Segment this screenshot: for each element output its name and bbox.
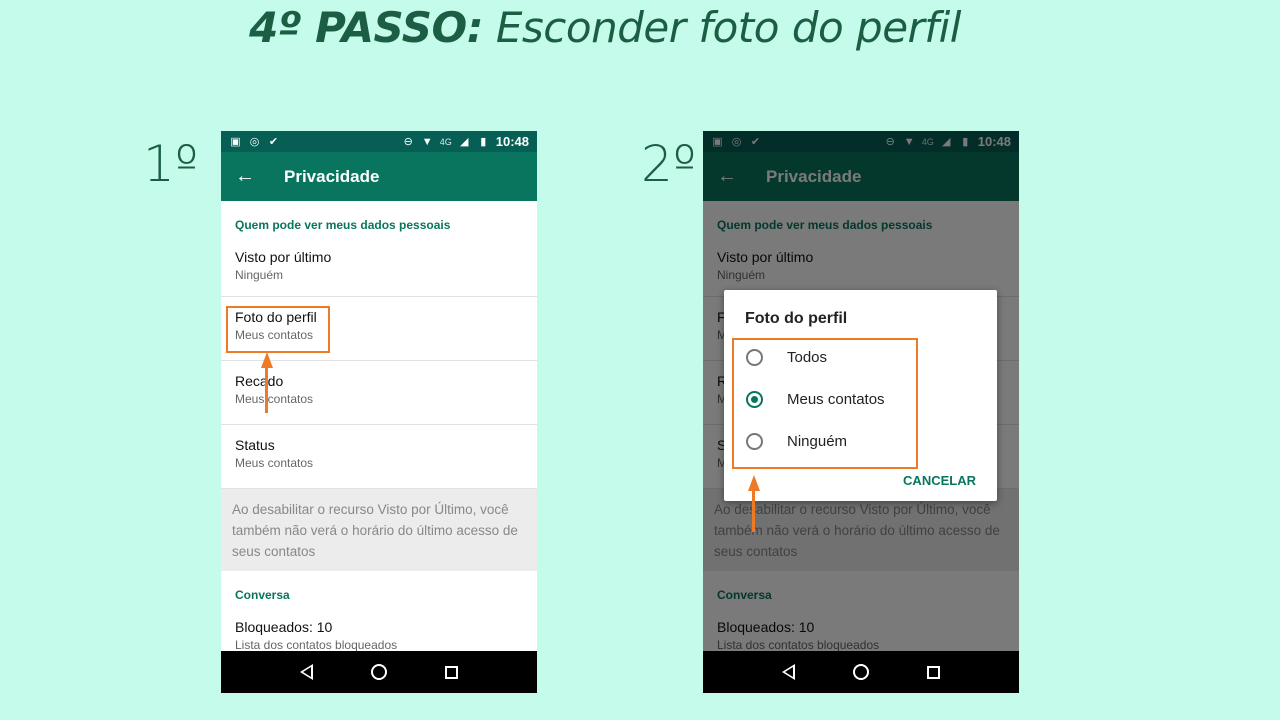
nav-recents-icon[interactable] (927, 665, 940, 679)
app-bar-title: Privacidade (284, 166, 380, 186)
section-header-chat: Conversa (235, 588, 290, 602)
setting-last-seen[interactable]: Visto por último Ninguém (221, 237, 537, 297)
setting-title: Visto por último (235, 249, 332, 265)
highlight-box (732, 338, 918, 469)
step-description: Esconder foto do perfil (483, 3, 962, 52)
phone-screen-1: ▣ ◎ ✔ ⊖ ▼ 4G ◢ ▮ 10:48 ← Privacidade Que… (221, 131, 537, 693)
nav-recents-icon[interactable] (445, 665, 458, 679)
step-number-2: 2º (641, 135, 697, 193)
setting-value: Meus contatos (235, 392, 314, 406)
last-seen-note: Ao desabilitar o recurso Visto por Últim… (221, 489, 537, 571)
signal-icon: ◢ (460, 136, 469, 148)
step-label: 4º PASSO: (249, 3, 484, 52)
section-header-personal: Quem pode ver meus dados pessoais (235, 218, 451, 232)
pointer-arrow-shaft (752, 490, 755, 532)
wifi-icon: ▼ (421, 135, 433, 148)
network-type: 4G (439, 136, 452, 147)
pointer-arrow-icon (261, 352, 273, 368)
status-bar: ▣ ◎ ✔ ⊖ ▼ 4G ◢ ▮ 10:48 (221, 131, 537, 152)
nav-home-icon[interactable] (371, 664, 387, 680)
battery-icon: ▮ (480, 136, 487, 148)
nav-home-icon[interactable] (853, 664, 869, 680)
setting-title: Bloqueados: 10 (235, 619, 333, 635)
cancel-button[interactable]: CANCELAR (903, 473, 976, 488)
pointer-arrow-shaft (265, 367, 268, 413)
nav-back-icon[interactable] (300, 664, 313, 680)
image-notification-icon: ▣ (230, 136, 241, 148)
setting-about[interactable]: Recado Meus contatos (221, 361, 537, 425)
highlight-box (226, 306, 330, 353)
setting-value: Ninguém (235, 268, 284, 282)
step-number-1: 1º (143, 135, 199, 193)
setting-value: Lista dos contatos bloqueados (235, 638, 398, 652)
android-nav-bar (221, 651, 537, 693)
app-bar: ← Privacidade (221, 152, 537, 201)
dialog-title: Foto do perfil (745, 310, 848, 327)
phone-screen-2: ▣ ◎ ✔ ⊖ ▼ 4G ◢ ▮ 10:48 ← Privacidade Que… (703, 131, 1019, 693)
checklist-notification-icon: ✔ (268, 136, 279, 148)
whatsapp-notification-icon: ◎ (249, 136, 260, 148)
setting-status[interactable]: Status Meus contatos (221, 425, 537, 489)
setting-value: Meus contatos (235, 456, 314, 470)
setting-title: Recado (235, 373, 284, 389)
android-nav-bar (703, 651, 1019, 693)
back-arrow-icon[interactable]: ← (235, 165, 257, 188)
setting-title: Status (235, 437, 275, 453)
clock: 10:48 (495, 134, 529, 149)
page-heading: 4º PASSO: Esconder foto do perfil (0, 3, 1210, 52)
nav-back-icon[interactable] (782, 664, 795, 680)
dnd-icon: ⊖ (403, 136, 413, 148)
pointer-arrow-icon (748, 475, 760, 491)
